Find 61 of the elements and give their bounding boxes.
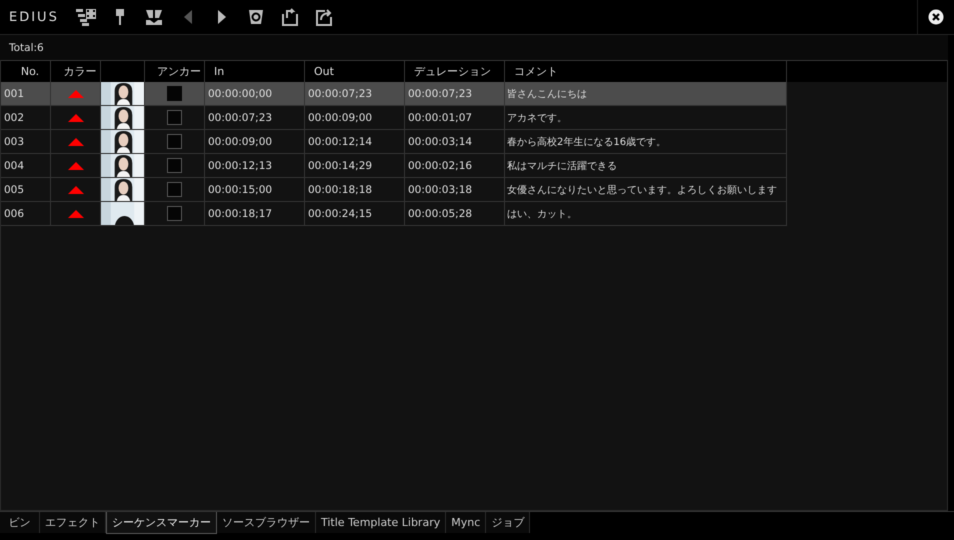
anchor-checkbox[interactable] — [167, 86, 182, 101]
timecode: 00:00:05;28 — [408, 208, 472, 220]
panel-tab[interactable]: Title Template Library — [316, 512, 446, 533]
marker-number: 005 — [4, 184, 24, 196]
timecode: 00:00:07;23 — [308, 88, 372, 100]
timecode: 00:00:09;00 — [208, 136, 272, 148]
split-marker-icon[interactable] — [144, 8, 163, 26]
timecode: 00:00:09;00 — [308, 112, 372, 124]
column-header[interactable]: デュレーション — [414, 64, 491, 79]
marker-number: 004 — [4, 160, 24, 172]
marker-comment: 私はマルチに活躍できる — [507, 160, 617, 172]
column-header[interactable]: コメント — [514, 64, 558, 79]
timecode: 00:00:15;00 — [208, 184, 272, 196]
next-icon[interactable] — [216, 9, 227, 25]
timecode: 00:00:03;18 — [408, 184, 472, 196]
panel-tab[interactable]: シーケンスマーカー — [106, 512, 217, 534]
marker-comment: 春から高校2年生になる16歳です。 — [507, 136, 666, 148]
marker-number: 003 — [4, 136, 24, 148]
previous-icon[interactable] — [182, 9, 193, 25]
marker-list-icon[interactable] — [74, 7, 97, 27]
marker-comment: 女優さんになりたいと思っています。よろしくお願いします — [507, 184, 777, 196]
anchor-checkbox[interactable] — [167, 158, 182, 173]
timecode: 00:00:12;13 — [208, 160, 272, 172]
marker-comment: アカネです。 — [507, 112, 567, 124]
column-header[interactable]: Out — [314, 65, 334, 78]
close-icon[interactable] — [928, 9, 944, 25]
timecode: 00:00:07;23 — [208, 112, 272, 124]
column-header[interactable]: In — [214, 65, 224, 78]
timecode: 00:00:12;14 — [308, 136, 372, 148]
timecode: 00:00:24;15 — [308, 208, 372, 220]
import-icon[interactable] — [280, 8, 299, 26]
timecode: 00:00:14;29 — [308, 160, 372, 172]
anchor-checkbox[interactable] — [167, 134, 182, 149]
anchor-checkbox[interactable] — [167, 182, 182, 197]
column-header[interactable]: アンカー — [157, 64, 201, 79]
sync-icon[interactable] — [248, 9, 264, 25]
anchor-checkbox[interactable] — [167, 206, 182, 221]
column-header[interactable]: No. — [20, 65, 40, 78]
pin-icon[interactable] — [114, 8, 125, 26]
timecode: 00:00:01;07 — [408, 112, 472, 124]
timecode: 00:00:03;14 — [408, 136, 472, 148]
panel-tab[interactable]: エフェクト — [40, 512, 106, 533]
marker-number: 006 — [4, 208, 24, 220]
marker-number: 001 — [4, 88, 24, 100]
app-logo: EDIUS — [9, 10, 59, 24]
timecode: 00:00:02;16 — [408, 160, 472, 172]
marker-number: 002 — [4, 112, 24, 124]
panel-tab[interactable]: Mync — [446, 512, 486, 533]
export-icon[interactable] — [314, 8, 333, 26]
panel-tab[interactable]: ビン — [0, 512, 40, 533]
marker-comment: 皆さんこんにちは — [507, 88, 587, 100]
timecode: 00:00:07;23 — [408, 88, 472, 100]
timecode: 00:00:18;18 — [308, 184, 372, 196]
total-count: Total:6 — [9, 42, 44, 54]
timecode: 00:00:00;00 — [208, 88, 272, 100]
timecode: 00:00:18;17 — [208, 208, 272, 220]
panel-tab[interactable]: ジョブ — [486, 512, 530, 533]
anchor-checkbox[interactable] — [167, 110, 182, 125]
column-header[interactable]: カラー — [64, 64, 96, 79]
marker-comment: はい、カット。 — [507, 208, 577, 220]
panel-tab[interactable]: ソースブラウザー — [217, 512, 316, 533]
